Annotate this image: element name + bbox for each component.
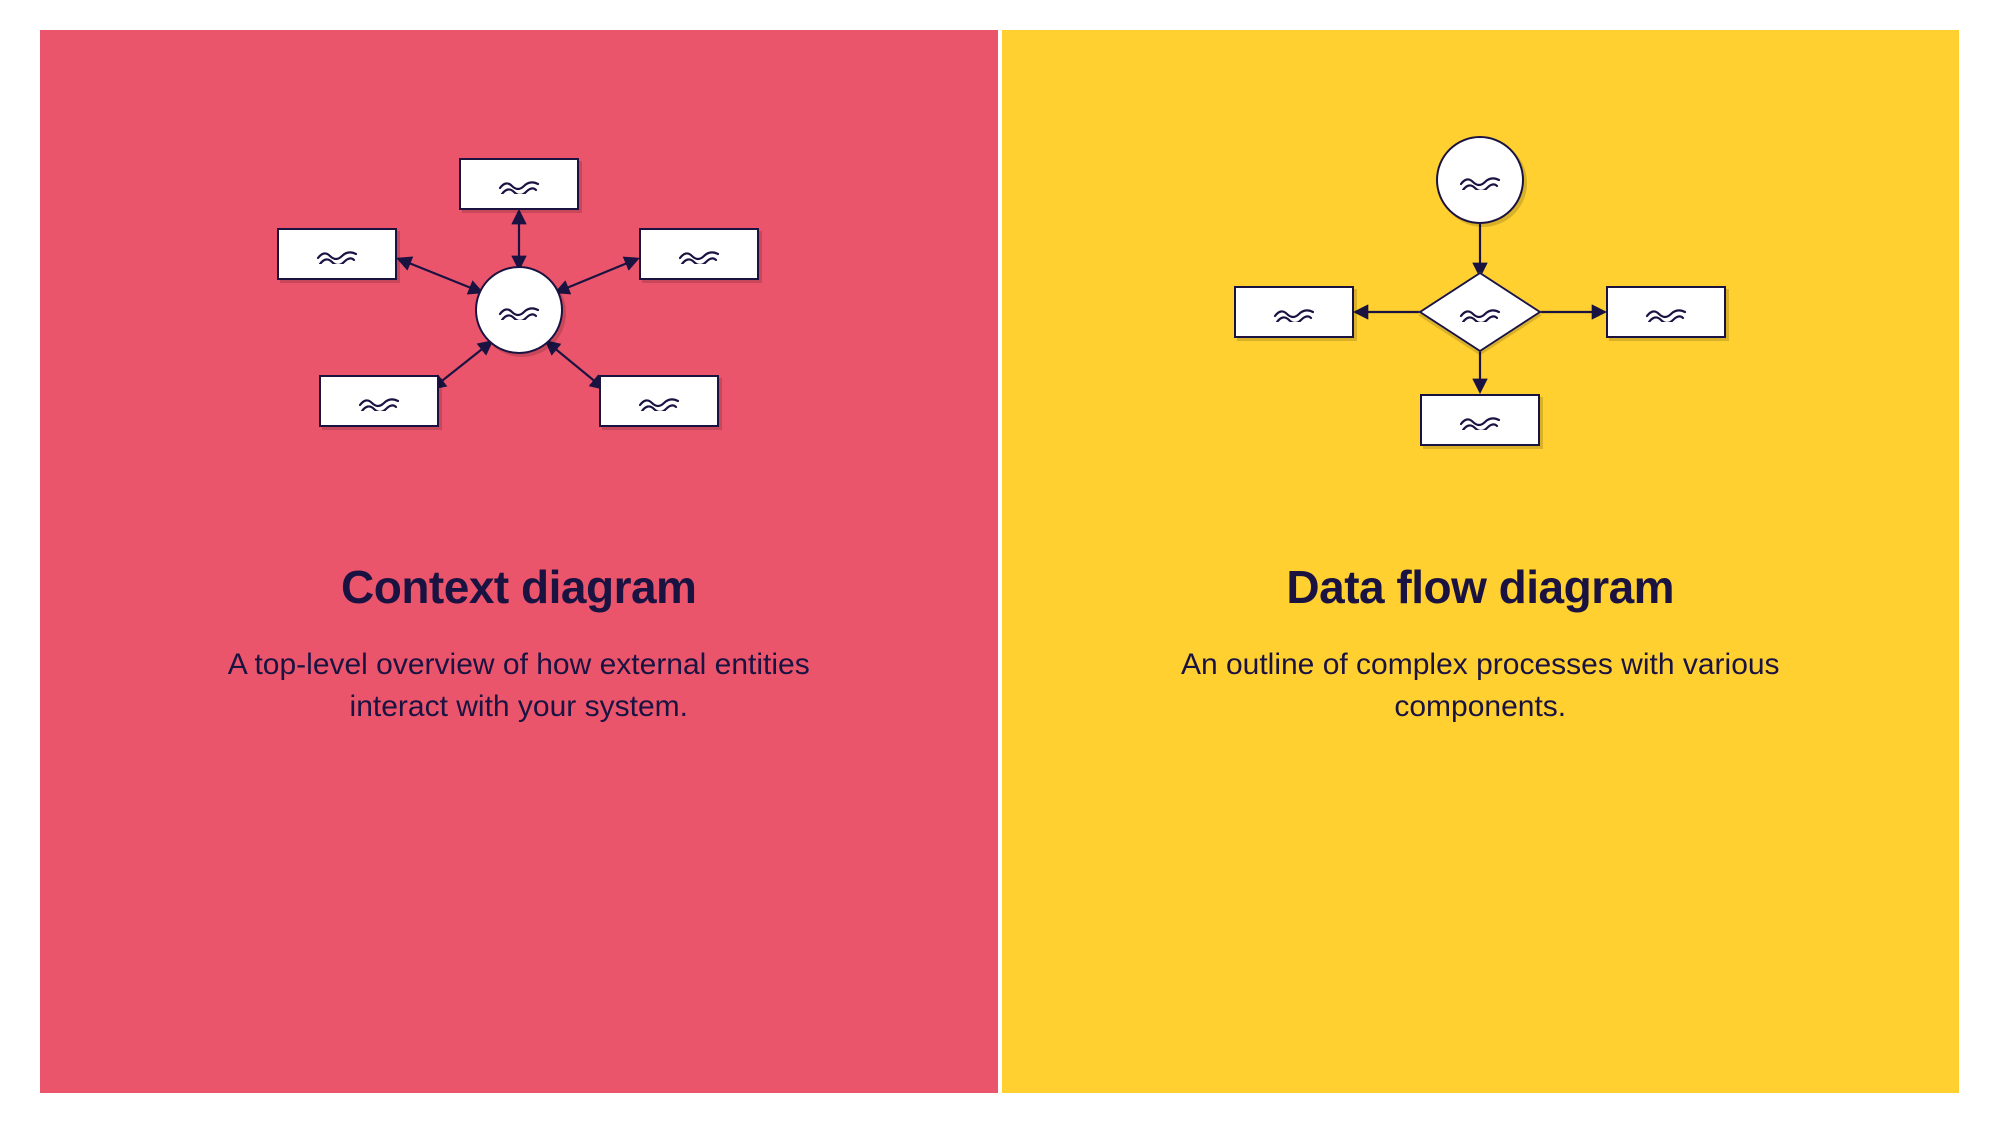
rect-node-right bbox=[639, 228, 759, 280]
data-flow-diagram-title: Data flow diagram bbox=[1286, 560, 1674, 614]
rect-node-bottom-right bbox=[599, 375, 719, 427]
squiggle-icon bbox=[1273, 302, 1315, 322]
squiggle-icon bbox=[1459, 170, 1501, 190]
rect-node-left bbox=[277, 228, 397, 280]
squiggle-icon bbox=[498, 300, 540, 320]
data-flow-diagram-description: An outline of complex processes with var… bbox=[1160, 644, 1800, 728]
rect-node-right bbox=[1606, 286, 1726, 338]
squiggle-icon bbox=[1645, 302, 1687, 322]
squiggle-icon bbox=[678, 244, 720, 264]
data-flow-diagram-panel: Data flow diagram An outline of complex … bbox=[1002, 30, 1960, 1093]
squiggle-icon bbox=[1459, 302, 1501, 322]
context-diagram-title: Context diagram bbox=[341, 560, 696, 614]
rect-node-bottom bbox=[1420, 394, 1540, 446]
squiggle-icon bbox=[1459, 410, 1501, 430]
squiggle-icon bbox=[316, 244, 358, 264]
rect-node-top bbox=[459, 158, 579, 210]
center-circle-node bbox=[475, 266, 563, 354]
squiggle-icon bbox=[638, 391, 680, 411]
data-flow-diagram-illustration bbox=[1180, 150, 1780, 470]
diamond-node-center bbox=[1420, 276, 1540, 348]
context-diagram-description: A top-level overview of how external ent… bbox=[199, 644, 839, 728]
rect-node-left bbox=[1234, 286, 1354, 338]
context-diagram-illustration bbox=[219, 150, 819, 470]
rect-node-bottom-left bbox=[319, 375, 439, 427]
squiggle-icon bbox=[358, 391, 400, 411]
circle-node-top bbox=[1436, 136, 1524, 224]
context-diagram-panel: Context diagram A top-level overview of … bbox=[40, 30, 998, 1093]
squiggle-icon bbox=[498, 174, 540, 194]
